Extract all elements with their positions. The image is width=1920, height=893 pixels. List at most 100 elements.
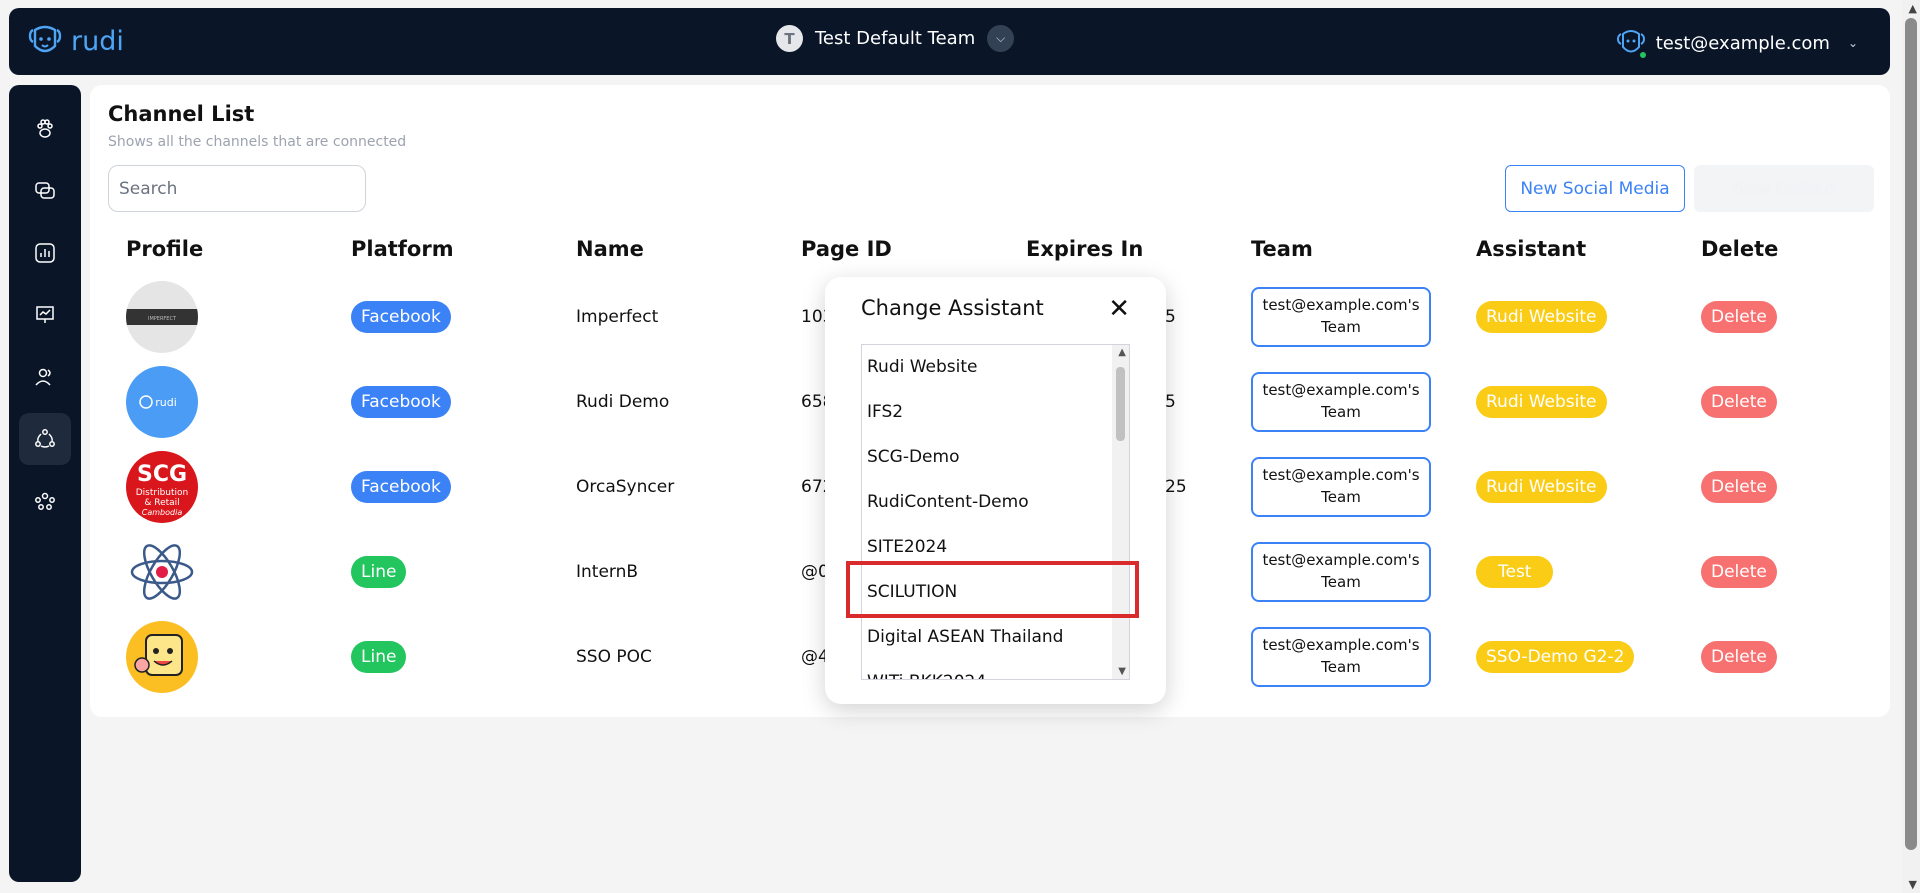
assistant-option[interactable]: WITi-BKK2024 bbox=[867, 672, 986, 679]
dog-logo-icon bbox=[28, 25, 62, 53]
channel-name: Imperfect bbox=[576, 306, 659, 327]
sidebar-item-teams[interactable] bbox=[19, 475, 71, 527]
profile-picture: IMPERFECT bbox=[126, 280, 198, 353]
expires-in: 5 bbox=[1165, 391, 1176, 412]
chevron-down-icon[interactable]: ⌄ bbox=[1848, 36, 1858, 50]
page-title: Channel List bbox=[108, 102, 255, 126]
expires-in: 25 bbox=[1165, 476, 1187, 497]
scroll-down-icon[interactable]: ▼ bbox=[1118, 666, 1126, 677]
sidebar-item-analytics[interactable] bbox=[19, 227, 71, 279]
sidebar-item-presentation[interactable] bbox=[19, 289, 71, 341]
scroll-up-icon[interactable]: ▲ bbox=[1118, 347, 1126, 358]
sidebar-item-users[interactable] bbox=[19, 351, 71, 403]
delete-button[interactable]: Delete bbox=[1701, 470, 1777, 503]
listbox-scrollbar[interactable]: ▲ ▼ bbox=[1112, 345, 1129, 679]
team-button[interactable]: test@example.com's Team bbox=[1251, 286, 1431, 347]
profile-picture bbox=[126, 620, 198, 693]
sidebar-item-chats[interactable] bbox=[19, 165, 71, 217]
platform-badge: Line bbox=[351, 640, 407, 673]
team-icon bbox=[35, 492, 55, 510]
assistant-badge[interactable]: SSO-Demo G2-2 bbox=[1476, 640, 1635, 673]
app-logo[interactable]: rudi bbox=[27, 24, 124, 58]
column-header-page-id: Page ID bbox=[801, 237, 892, 261]
profile-picture: SCG Distribution & Retail Cambodia bbox=[126, 450, 198, 523]
team-button[interactable]: test@example.com's Team bbox=[1251, 456, 1431, 517]
platform-badge: Line bbox=[351, 555, 407, 588]
channel-name: OrcaSyncer bbox=[576, 476, 675, 497]
channel-name: Rudi Demo bbox=[576, 391, 670, 412]
column-header-profile: Profile bbox=[126, 237, 204, 261]
scrollbar-thumb[interactable] bbox=[1116, 367, 1125, 441]
users-icon bbox=[35, 368, 51, 386]
atom-icon bbox=[126, 535, 198, 608]
profile-cell: IMPERFECT bbox=[126, 274, 198, 359]
chat-icon bbox=[35, 182, 55, 199]
platform-badge: Facebook bbox=[351, 470, 451, 503]
selection-highlight-box bbox=[846, 561, 1139, 618]
assistant-option[interactable]: SITE2024 bbox=[867, 537, 947, 557]
assistant-listbox[interactable]: Rudi Website IFS2 SCG-Demo RudiContent-D… bbox=[861, 344, 1130, 680]
cartoon-avatar-icon bbox=[126, 620, 198, 693]
sidebar bbox=[9, 85, 81, 882]
expires-in: 5 bbox=[1165, 306, 1176, 327]
column-header-assistant: Assistant bbox=[1476, 237, 1587, 261]
top-navbar: rudi T Test Default Team ⌵ test@example.… bbox=[9, 8, 1890, 75]
chart-icon bbox=[35, 243, 55, 263]
column-header-team: Team bbox=[1251, 237, 1313, 261]
sidebar-item-channels[interactable] bbox=[19, 413, 71, 465]
change-assistant-modal: Change Assistant ✕ Rudi Website IFS2 SCG… bbox=[825, 277, 1166, 704]
delete-button[interactable]: Delete bbox=[1701, 385, 1777, 418]
team-button[interactable]: test@example.com's Team bbox=[1251, 541, 1431, 602]
team-button[interactable]: test@example.com's Team bbox=[1251, 626, 1431, 687]
assistant-option[interactable]: RudiContent-Demo bbox=[867, 492, 1029, 512]
profile-cell bbox=[126, 529, 198, 614]
team-selector[interactable]: T Test Default Team ⌵ bbox=[776, 25, 1015, 52]
assistant-badge[interactable]: Rudi Website bbox=[1476, 385, 1607, 418]
delete-button[interactable]: Delete bbox=[1701, 300, 1777, 333]
assistant-badge[interactable]: Rudi Website bbox=[1476, 470, 1607, 503]
profile-cell bbox=[126, 614, 198, 699]
team-button[interactable]: test@example.com's Team bbox=[1251, 371, 1431, 432]
profile-logo-text: rudi bbox=[155, 396, 177, 409]
profile-cell: rudi bbox=[126, 359, 198, 444]
window-scrollbar-thumb[interactable] bbox=[1905, 18, 1917, 850]
platform-badge: Facebook bbox=[351, 385, 451, 418]
app-name: rudi bbox=[71, 25, 124, 57]
presentation-icon bbox=[36, 306, 54, 323]
user-email: test@example.com bbox=[1655, 32, 1830, 54]
svg-text:Distribution: Distribution bbox=[136, 488, 189, 498]
user-menu[interactable]: test@example.com ⌄ bbox=[1616, 28, 1858, 60]
close-icon[interactable]: ✕ bbox=[1108, 296, 1130, 322]
scroll-down-icon[interactable]: ▼ bbox=[1909, 878, 1917, 891]
assistant-option[interactable]: SCG-Demo bbox=[867, 447, 959, 467]
assistant-option[interactable]: IFS2 bbox=[867, 402, 903, 422]
assistant-badge[interactable]: Rudi Website bbox=[1476, 300, 1607, 333]
scroll-up-icon[interactable]: ▲ bbox=[1909, 2, 1917, 15]
assistant-badge[interactable]: Test bbox=[1476, 555, 1554, 588]
column-header-delete: Delete bbox=[1701, 237, 1779, 261]
svg-text:Cambodia: Cambodia bbox=[142, 508, 183, 517]
assistant-option[interactable]: Digital ASEAN Thailand bbox=[867, 627, 1063, 647]
channel-name: SSO POC bbox=[576, 646, 652, 667]
modal-title: Change Assistant bbox=[861, 296, 1044, 320]
sidebar-item-home[interactable] bbox=[19, 103, 71, 155]
delete-button[interactable]: Delete bbox=[1701, 640, 1777, 673]
svg-text:SCG: SCG bbox=[137, 462, 187, 487]
platform-badge: Facebook bbox=[351, 300, 451, 333]
window-scrollbar[interactable]: ▲ ▼ bbox=[1902, 0, 1920, 893]
search-input[interactable] bbox=[108, 165, 366, 212]
new-embed-button[interactable]: New Embed bbox=[1694, 165, 1874, 212]
profile-picture: rudi bbox=[126, 365, 198, 438]
channel-name: InternB bbox=[576, 561, 639, 582]
chevron-down-icon[interactable]: ⌵ bbox=[987, 25, 1015, 52]
online-status-dot bbox=[1637, 50, 1648, 60]
profile-cell: SCG Distribution & Retail Cambodia bbox=[126, 444, 198, 529]
column-header-expires-in: Expires In bbox=[1026, 237, 1144, 261]
new-social-media-button[interactable]: New Social Media bbox=[1505, 165, 1685, 212]
delete-button[interactable]: Delete bbox=[1701, 555, 1777, 588]
profile-picture bbox=[126, 535, 198, 608]
column-header-name: Name bbox=[576, 237, 644, 261]
team-avatar: T bbox=[776, 25, 803, 52]
profile-logo-text: IMPERFECT bbox=[148, 316, 177, 322]
assistant-option[interactable]: Rudi Website bbox=[867, 357, 978, 377]
